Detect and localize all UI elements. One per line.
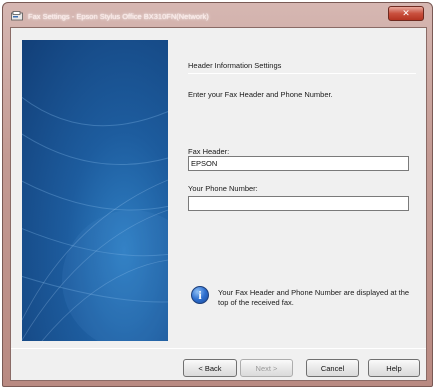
back-button[interactable]: < Back (183, 359, 237, 377)
phone-number-input[interactable] (188, 196, 409, 211)
close-icon: ✕ (402, 8, 410, 18)
fax-header-label: Fax Header: (188, 147, 230, 156)
instruction-text: Enter your Fax Header and Phone Number. (188, 90, 333, 99)
window-title: Fax Settings - Epson Stylus Office BX310… (28, 12, 209, 21)
next-button[interactable]: Next > (240, 359, 293, 377)
title-bar[interactable]: Fax Settings - Epson Stylus Office BX310… (3, 3, 432, 29)
phone-number-label: Your Phone Number: (188, 184, 258, 193)
help-button[interactable]: Help (368, 359, 420, 377)
footer-divider (11, 348, 426, 349)
info-icon-glyph: i (198, 287, 202, 302)
wizard-banner-image (22, 40, 168, 341)
cancel-button[interactable]: Cancel (306, 359, 359, 377)
close-button[interactable]: ✕ (388, 6, 424, 21)
section-title: Header Information Settings (188, 61, 282, 70)
dialog-window: Fax Settings - Epson Stylus Office BX310… (2, 2, 433, 387)
info-message: Your Fax Header and Phone Number are dis… (218, 288, 410, 307)
fax-app-icon (11, 11, 23, 21)
section-divider (188, 73, 416, 74)
dialog-body: Header Information Settings Enter your F… (10, 27, 427, 381)
fax-header-input[interactable] (188, 156, 409, 171)
info-icon: i (191, 286, 209, 304)
